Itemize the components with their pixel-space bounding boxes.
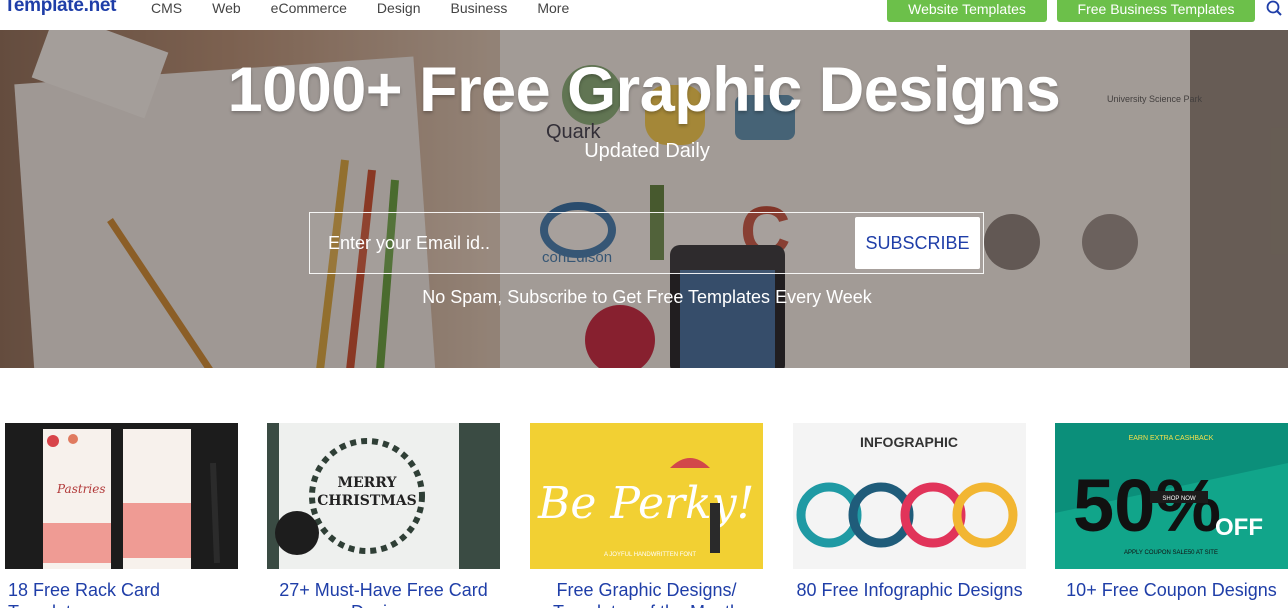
rack-card-title: Pastries bbox=[56, 482, 106, 496]
nav-link-design[interactable]: Design bbox=[377, 0, 421, 18]
search-icon[interactable] bbox=[1265, 0, 1285, 20]
nav-link-ecommerce[interactable]: eCommerce bbox=[271, 0, 347, 18]
card-caption[interactable]: 27+ Must-Have Free Card Designs bbox=[267, 579, 500, 608]
coupon-code-text: APPLY COUPON SALE50 AT SITE bbox=[1124, 550, 1218, 556]
card-caption[interactable]: 10+ Free Coupon Designs bbox=[1055, 579, 1288, 601]
card-graphic-designs-month[interactable]: Be Perky! A JOYFUL HANDWRITTEN FONT Free… bbox=[530, 423, 763, 608]
subscribe-form: SUBSCRIBE bbox=[309, 212, 984, 274]
card-infographic-designs[interactable]: INFOGRAPHIC 80 Free Infographic Designs bbox=[793, 423, 1026, 601]
website-templates-button[interactable]: Website Templates bbox=[887, 0, 1047, 22]
nav-link-business[interactable]: Business bbox=[451, 0, 508, 18]
card-rack-card-templates[interactable]: Pastries 18 Free Rack Card Templates bbox=[5, 423, 238, 608]
nav-link-web[interactable]: Web bbox=[212, 0, 241, 18]
christmas-card-line1: MERRY bbox=[337, 475, 397, 491]
coupon-shop-now: SHOP NOW bbox=[1162, 496, 1196, 502]
coupon-tagline: EARN EXTRA CASHBACK bbox=[1129, 435, 1214, 442]
site-logo[interactable]: Template.net bbox=[4, 0, 116, 17]
coupon-preview-image: EARN EXTRA CASHBACK 50% OFF SHOP NOW APP… bbox=[1055, 423, 1288, 569]
card-thumbnail[interactable]: MERRY CHRISTMAS bbox=[267, 423, 500, 569]
card-thumbnail[interactable]: Pastries bbox=[5, 423, 238, 569]
hero-title: 1000+ Free Graphic Designs bbox=[227, 55, 1061, 125]
nav-menu: CMS Web eCommerce Design Business More bbox=[151, 0, 599, 18]
christmas-card-line2: CHRISTMAS bbox=[317, 493, 417, 509]
card-thumbnail[interactable]: INFOGRAPHIC bbox=[793, 423, 1026, 569]
infographic-title: INFOGRAPHIC bbox=[860, 434, 958, 450]
card-caption[interactable]: Free Graphic Designs/ Templates of the M… bbox=[530, 579, 763, 608]
email-input[interactable] bbox=[310, 213, 850, 273]
coupon-percent: 50% bbox=[1073, 464, 1221, 547]
hero-banner: Quark conEdison C University Science Par… bbox=[0, 30, 1288, 368]
nav-link-more[interactable]: More bbox=[537, 0, 569, 18]
card-thumbnail[interactable]: EARN EXTRA CASHBACK 50% OFF SHOP NOW APP… bbox=[1055, 423, 1288, 569]
rack-card-preview-image: Pastries bbox=[5, 423, 238, 569]
subscribe-note: No Spam, Subscribe to Get Free Templates… bbox=[422, 287, 872, 307]
top-navbar: Template.net CMS Web eCommerce Design Bu… bbox=[0, 0, 1288, 30]
free-business-templates-button[interactable]: Free Business Templates bbox=[1057, 0, 1255, 22]
be-perky-preview-image: Be Perky! A JOYFUL HANDWRITTEN FONT bbox=[530, 423, 763, 569]
subscribe-button[interactable]: SUBSCRIBE bbox=[855, 217, 980, 269]
coupon-off: OFF bbox=[1215, 514, 1263, 541]
hero-subtitle: Updated Daily bbox=[584, 140, 710, 162]
font-tagline: A JOYFUL HANDWRITTEN FONT bbox=[604, 552, 696, 558]
card-free-card-designs[interactable]: MERRY CHRISTMAS 27+ Must-Have Free Card … bbox=[267, 423, 500, 608]
card-caption[interactable]: 18 Free Rack Card Templates bbox=[5, 579, 245, 608]
christmas-card-preview-image: MERRY CHRISTMAS bbox=[267, 423, 500, 569]
nav-link-cms[interactable]: CMS bbox=[151, 0, 182, 18]
card-thumbnail[interactable]: Be Perky! A JOYFUL HANDWRITTEN FONT bbox=[530, 423, 763, 569]
card-caption[interactable]: 80 Free Infographic Designs bbox=[793, 579, 1026, 601]
infographic-preview-image: INFOGRAPHIC bbox=[793, 423, 1026, 569]
be-perky-text: Be Perky! bbox=[537, 478, 754, 529]
card-coupon-designs[interactable]: EARN EXTRA CASHBACK 50% OFF SHOP NOW APP… bbox=[1055, 423, 1288, 601]
